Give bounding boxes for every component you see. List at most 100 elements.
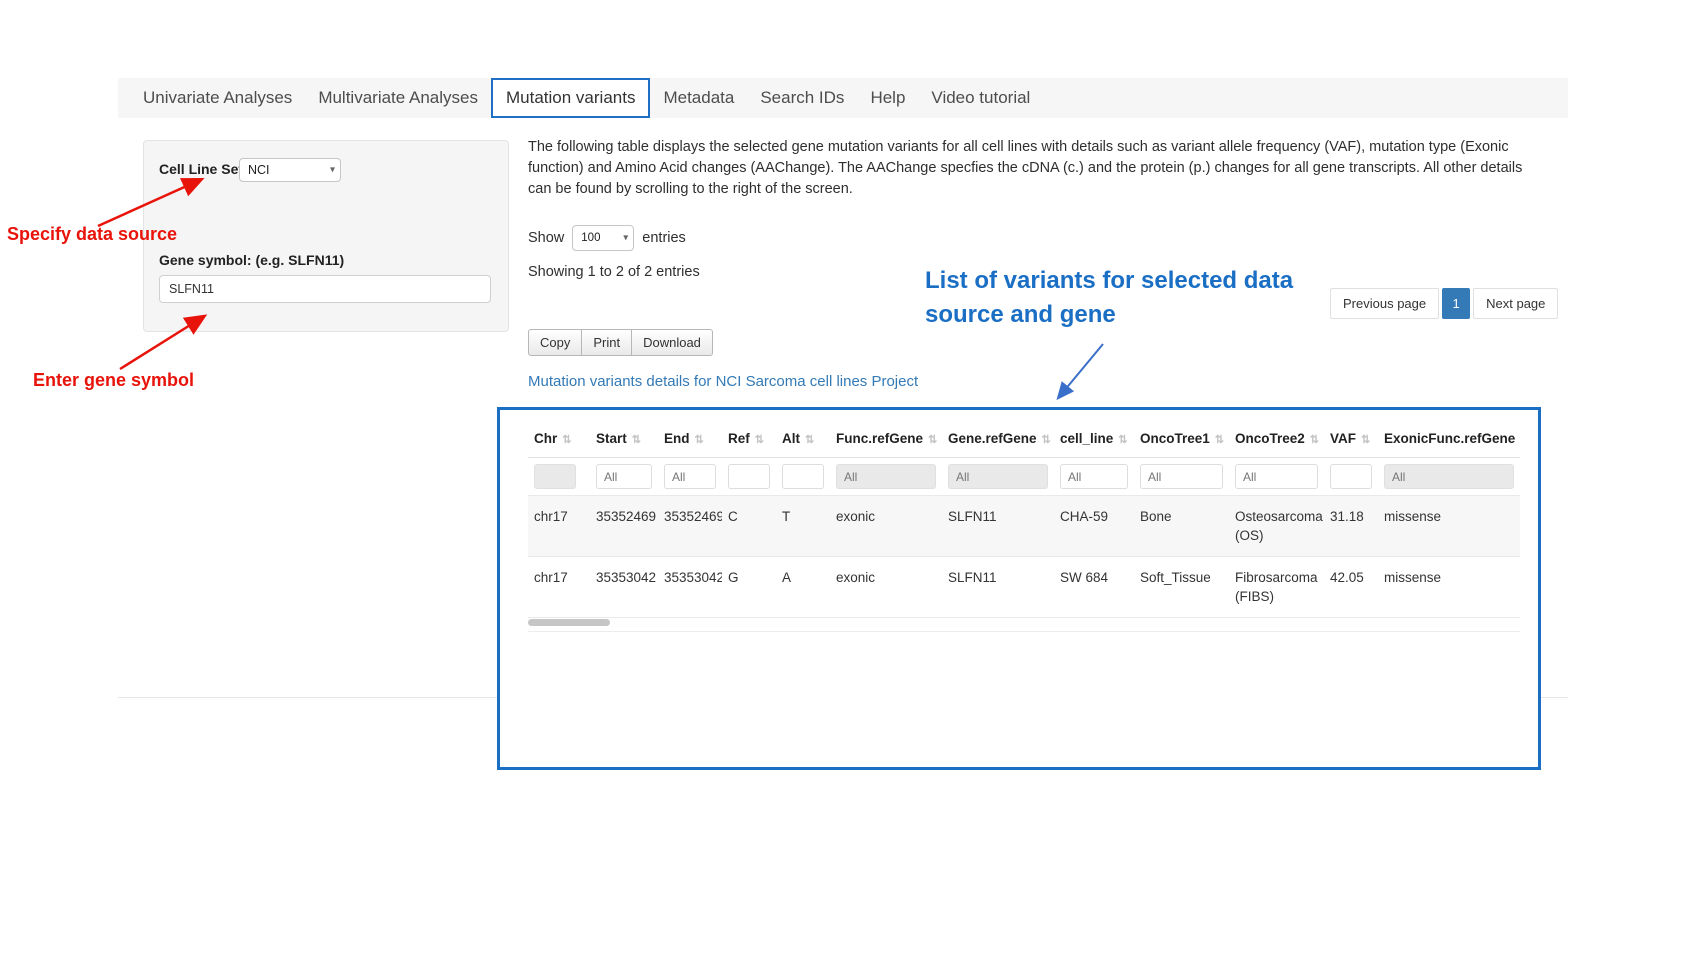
filter-input-func-refgene[interactable] (836, 464, 936, 489)
cell-line-set-label: Cell Line Set (159, 161, 243, 177)
cell-gene-refgene: SLFN11 (942, 496, 1054, 557)
tab-metadata[interactable]: Metadata (650, 78, 747, 118)
cell-chr: chr17 (528, 496, 590, 557)
column-label: Gene.refGene (948, 431, 1037, 446)
table-row: chr17 35352469 35352469 C T exonic SLFN1… (528, 496, 1520, 557)
annotation-list-of-variants: List of variants for selected data sourc… (925, 264, 1325, 332)
column-header-exonicfunc-refgene[interactable]: ExonicFunc.refGene⇅ (1378, 420, 1520, 458)
column-label: Func.refGene (836, 431, 923, 446)
column-label: ExonicFunc.refGene (1384, 431, 1515, 446)
column-header-oncotree1[interactable]: OncoTree1 ⇅ (1134, 420, 1229, 458)
page: Univariate Analyses Multivariate Analyse… (0, 0, 1700, 956)
cell-cell-line: CHA-59 (1054, 496, 1134, 557)
filter-input-oncotree2[interactable] (1235, 464, 1318, 489)
variants-table: Chr ⇅ Start ⇅ End⇅ Ref ⇅ Alt ⇅ Func.refGene ⇅… (528, 420, 1520, 618)
sort-icon: ⇅ (1361, 434, 1370, 446)
sort-icon: ⇅ (632, 434, 641, 446)
column-header-alt[interactable]: Alt ⇅ (776, 420, 830, 458)
filter-input-chr[interactable] (534, 464, 576, 489)
column-label: OncoTree1 (1140, 431, 1210, 446)
control-panel: Cell Line Set NCI Gene symbol: (e.g. SLF… (143, 140, 509, 332)
column-header-ref[interactable]: Ref ⇅ (722, 420, 776, 458)
sort-icon: ⇅ (1215, 434, 1224, 446)
column-header-chr[interactable]: Chr ⇅ (528, 420, 590, 458)
scrollbar-thumb[interactable] (528, 619, 610, 626)
filter-input-exonicfunc-refgene[interactable] (1384, 464, 1514, 489)
filter-input-vaf[interactable] (1330, 464, 1372, 489)
cell-end: 35353042 (658, 557, 722, 618)
show-label: Show (528, 230, 564, 246)
table-info: Showing 1 to 2 of 2 entries (528, 264, 700, 280)
cell-cell-line: SW 684 (1054, 557, 1134, 618)
column-label: OncoTree2 (1235, 431, 1305, 446)
column-label: Ref (728, 431, 750, 446)
tab-video-tutorial[interactable]: Video tutorial (918, 78, 1043, 118)
filter-input-cell-line[interactable] (1060, 464, 1128, 489)
sort-icon: ⇅ (928, 434, 937, 446)
filter-input-oncotree1[interactable] (1140, 464, 1223, 489)
annotation-specify-data-source: Specify data source (7, 224, 177, 245)
tab-help[interactable]: Help (857, 78, 918, 118)
download-button[interactable]: Download (631, 329, 713, 356)
cell-func-refgene: exonic (830, 496, 942, 557)
cell-oncotree2: Fibrosarcoma (FIBS) (1229, 557, 1324, 618)
gene-symbol-input[interactable] (159, 275, 491, 303)
filter-input-start[interactable] (596, 464, 652, 489)
tab-multivariate-analyses[interactable]: Multivariate Analyses (305, 78, 491, 118)
cell-exonicfunc-refgene: missense (1378, 496, 1520, 557)
cell-oncotree1: Soft_Tissue (1134, 557, 1229, 618)
column-label: cell_line (1060, 431, 1113, 446)
cell-chr: chr17 (528, 557, 590, 618)
tab-mutation-variants[interactable]: Mutation variants (491, 78, 650, 118)
column-header-vaf[interactable]: VAF ⇅ (1324, 420, 1378, 458)
column-header-func-refgene[interactable]: Func.refGene ⇅ (830, 420, 942, 458)
cell-start: 35352469 (590, 496, 658, 557)
cell-func-refgene: exonic (830, 557, 942, 618)
column-header-gene-refgene[interactable]: Gene.refGene⇅ (942, 420, 1054, 458)
sort-icon: ⇅ (805, 434, 814, 446)
filter-input-end[interactable] (664, 464, 716, 489)
page-length-select[interactable]: 100 (572, 225, 634, 251)
cell-vaf: 42.05 (1324, 557, 1378, 618)
previous-page-button[interactable]: Previous page (1330, 288, 1439, 319)
next-page-button[interactable]: Next page (1473, 288, 1558, 319)
arrow-list-of-variants (1059, 344, 1103, 397)
column-label: VAF (1330, 431, 1356, 446)
page-length-select-wrap: 100 (572, 225, 634, 251)
filter-input-ref[interactable] (728, 464, 770, 489)
variants-table-box: Chr ⇅ Start ⇅ End⇅ Ref ⇅ Alt ⇅ Func.refGene ⇅… (497, 407, 1541, 770)
filter-input-gene-refgene[interactable] (948, 464, 1048, 489)
filter-input-alt[interactable] (782, 464, 824, 489)
tab-univariate-analyses[interactable]: Univariate Analyses (130, 78, 305, 118)
cell-oncotree2: Osteosarcoma (OS) (1229, 496, 1324, 557)
current-page-button[interactable]: 1 (1442, 288, 1470, 319)
cell-exonicfunc-refgene: missense (1378, 557, 1520, 618)
sort-icon: ⇅ (695, 434, 704, 446)
cell-end: 35352469 (658, 496, 722, 557)
sort-icon: ⇅ (1310, 434, 1319, 446)
column-header-oncotree2[interactable]: OncoTree2 ⇅ (1229, 420, 1324, 458)
sort-icon: ⇅ (562, 434, 571, 446)
cell-oncotree1: Bone (1134, 496, 1229, 557)
cell-start: 35353042 (590, 557, 658, 618)
cell-alt: T (776, 496, 830, 557)
entries-label: entries (642, 230, 686, 246)
copy-button[interactable]: Copy (528, 329, 582, 356)
cell-line-set-select-wrap: NCI (239, 158, 341, 182)
cell-alt: A (776, 557, 830, 618)
export-button-group: Copy Print Download (528, 329, 713, 356)
sort-icon: ⇅ (755, 434, 764, 446)
page-length-control: Show 100 entries (528, 225, 686, 251)
horizontal-scrollbar[interactable] (528, 616, 1520, 632)
column-label: Chr (534, 431, 557, 446)
column-label: Start (596, 431, 627, 446)
cell-line-set-select[interactable]: NCI (239, 158, 341, 182)
cell-gene-refgene: SLFN11 (942, 557, 1054, 618)
column-header-start[interactable]: Start ⇅ (590, 420, 658, 458)
tab-search-ids[interactable]: Search IDs (747, 78, 857, 118)
cell-vaf: 31.18 (1324, 496, 1378, 557)
column-label: Alt (782, 431, 800, 446)
column-header-cell-line[interactable]: cell_line⇅ (1054, 420, 1134, 458)
column-header-end[interactable]: End⇅ (658, 420, 722, 458)
print-button[interactable]: Print (581, 329, 632, 356)
